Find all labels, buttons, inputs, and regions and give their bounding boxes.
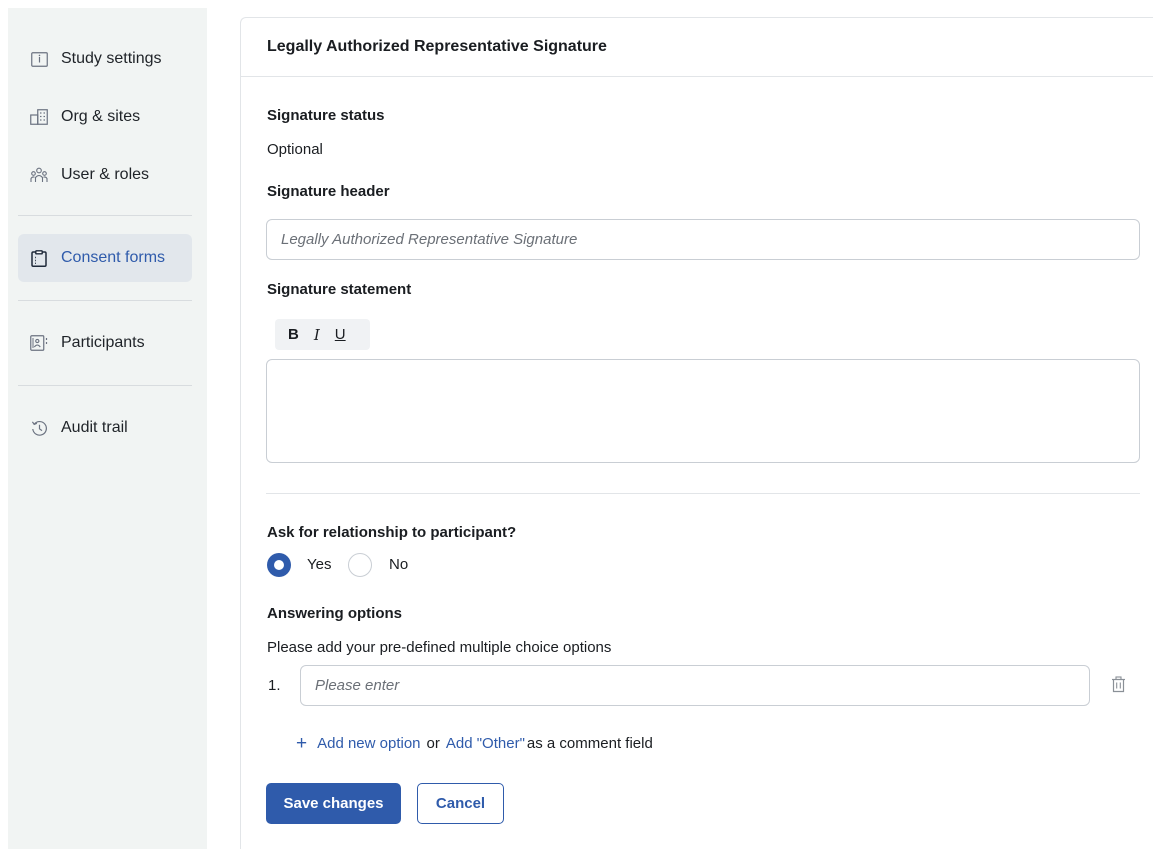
sidebar-divider [18, 300, 192, 301]
rich-text-toolbar: B I U [275, 319, 370, 350]
history-icon [30, 419, 48, 437]
folder-info-icon [30, 50, 48, 68]
add-option-row: + Add new option or Add "Other" as a com… [296, 734, 653, 753]
option-input[interactable] [315, 677, 1089, 694]
sidebar-item-label: Consent forms [61, 249, 166, 266]
sidebar: Study settings Org & sites User & roles … [8, 8, 207, 849]
sidebar-item-consent-forms[interactable]: Consent forms [18, 234, 192, 282]
signature-status-label: Signature status [267, 107, 385, 124]
cancel-button[interactable]: Cancel [417, 783, 504, 824]
radio-yes-label[interactable]: Yes [307, 556, 331, 573]
italic-button[interactable]: I [314, 326, 320, 344]
relationship-question: Ask for relationship to participant? [267, 524, 517, 541]
add-new-option-link[interactable]: Add new option [317, 735, 420, 752]
sidebar-item-audit-trail[interactable]: Audit trail [18, 404, 192, 452]
signature-header-label: Signature header [267, 183, 390, 200]
radio-no[interactable] [348, 553, 372, 577]
trash-icon[interactable] [1111, 676, 1126, 697]
option-field[interactable] [300, 665, 1090, 706]
sidebar-item-label: Org & sites [61, 108, 141, 125]
sidebar-item-org-sites[interactable]: Org & sites [18, 93, 192, 141]
signature-header-input[interactable] [281, 231, 1139, 248]
participant-card-icon [30, 334, 48, 352]
sidebar-item-study-settings[interactable]: Study settings [18, 35, 192, 83]
signature-status-value: Optional [267, 141, 323, 158]
sidebar-divider [18, 385, 192, 386]
sidebar-item-participants[interactable]: Participants [18, 319, 192, 367]
sidebar-item-label: Audit trail [61, 419, 128, 436]
sidebar-item-label: User & roles [61, 166, 150, 183]
answering-options-label: Answering options [267, 605, 402, 622]
users-icon [30, 166, 48, 184]
sidebar-divider [18, 215, 192, 216]
sidebar-item-user-roles[interactable]: User & roles [18, 151, 192, 199]
card-title: Legally Authorized Representative Signat… [241, 18, 1153, 77]
radio-no-label[interactable]: No [389, 556, 408, 573]
option-number: 1. [268, 677, 281, 694]
sidebar-item-label: Study settings [61, 50, 162, 67]
sidebar-item-label: Participants [61, 334, 145, 351]
signature-header-field[interactable] [266, 219, 1140, 260]
save-changes-button[interactable]: Save changes [266, 783, 401, 824]
answering-options-help: Please add your pre-defined multiple cho… [267, 639, 612, 656]
plus-icon[interactable]: + [296, 734, 307, 753]
add-other-link[interactable]: Add "Other" [446, 735, 525, 752]
underline-button[interactable]: U [335, 326, 346, 343]
building-icon [30, 108, 48, 126]
or-text: or [426, 735, 440, 752]
signature-statement-label: Signature statement [267, 281, 412, 298]
signature-statement-input[interactable] [267, 360, 1139, 462]
signature-statement-editor[interactable] [266, 359, 1140, 463]
radio-yes[interactable] [267, 553, 291, 577]
bold-button[interactable]: B [288, 326, 299, 343]
section-divider [266, 493, 1140, 494]
comment-field-text: as a comment field [526, 735, 653, 752]
clipboard-icon [30, 249, 48, 267]
